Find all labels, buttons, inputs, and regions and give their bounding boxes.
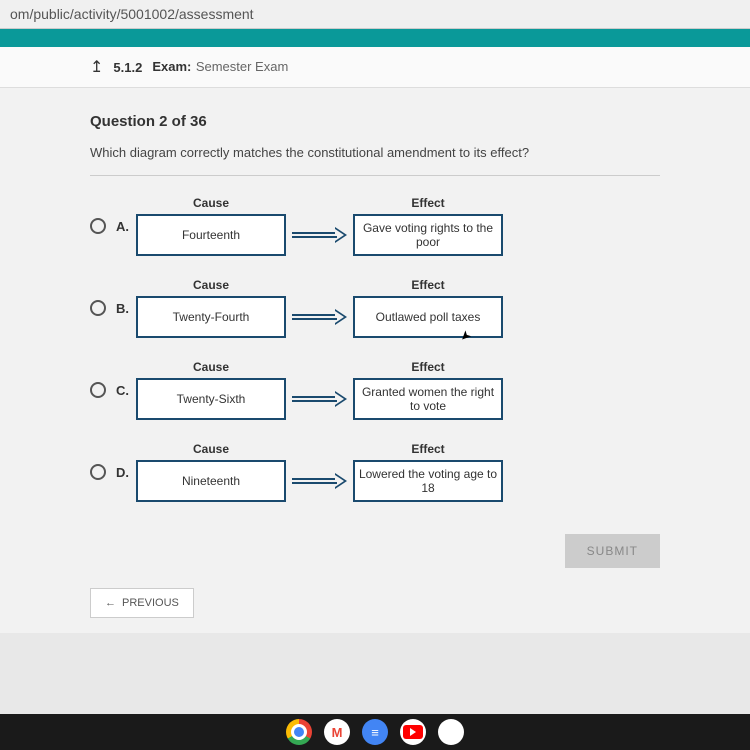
exam-header: ↥ 5.1.2 Exam: Semester Exam bbox=[0, 47, 750, 88]
play-store-icon[interactable]: ▷ bbox=[438, 719, 464, 745]
previous-button[interactable]: ← PREVIOUS bbox=[90, 588, 194, 618]
arrow-icon bbox=[292, 296, 347, 338]
cause-box: Nineteenth bbox=[136, 460, 286, 502]
question-counter: Question 2 of 36 bbox=[90, 113, 660, 130]
arrow-icon bbox=[292, 378, 347, 420]
effect-label: Effect bbox=[411, 360, 444, 374]
docs-icon[interactable]: ≡ bbox=[362, 719, 388, 745]
question-prompt: Which diagram correctly matches the cons… bbox=[90, 145, 660, 160]
arrow-icon bbox=[292, 460, 347, 502]
exam-name: Semester Exam bbox=[196, 59, 288, 74]
exam-label: Exam: bbox=[152, 59, 191, 74]
effect-box: Granted women the right to vote bbox=[353, 378, 503, 420]
url-bar[interactable]: om/public/activity/5001002/assessment bbox=[0, 0, 750, 29]
radio-d[interactable] bbox=[90, 464, 106, 480]
option-c[interactable]: C. Cause Twenty-Sixth Effect Granted wom… bbox=[90, 360, 660, 420]
effect-label: Effect bbox=[411, 278, 444, 292]
cause-label: Cause bbox=[193, 442, 229, 456]
youtube-icon[interactable] bbox=[400, 719, 426, 745]
accent-bar bbox=[0, 29, 750, 47]
option-b[interactable]: B. Cause Twenty-Fourth Effect Outlawed p… bbox=[90, 278, 660, 338]
radio-a[interactable] bbox=[90, 218, 106, 234]
cause-label: Cause bbox=[193, 278, 229, 292]
cause-box: Twenty-Sixth bbox=[136, 378, 286, 420]
divider bbox=[90, 175, 660, 176]
cause-box: Fourteenth bbox=[136, 214, 286, 256]
option-a[interactable]: A. Cause Fourteenth Effect Gave voting r… bbox=[90, 196, 660, 256]
exam-number: 5.1.2 bbox=[113, 60, 142, 75]
option-letter: B. bbox=[116, 301, 136, 316]
effect-box: Lowered the voting age to 18 bbox=[353, 460, 503, 502]
effect-box: Outlawed poll taxes bbox=[353, 296, 503, 338]
option-letter: C. bbox=[116, 383, 136, 398]
previous-label: PREVIOUS bbox=[122, 597, 179, 609]
arrow-icon bbox=[292, 214, 347, 256]
submit-button[interactable]: SUBMIT bbox=[565, 534, 660, 568]
cause-label: Cause bbox=[193, 196, 229, 210]
radio-c[interactable] bbox=[90, 382, 106, 398]
back-icon[interactable]: ↥ bbox=[90, 57, 103, 77]
effect-label: Effect bbox=[411, 196, 444, 210]
cause-label: Cause bbox=[193, 360, 229, 374]
chrome-icon[interactable] bbox=[286, 719, 312, 745]
cause-box: Twenty-Fourth bbox=[136, 296, 286, 338]
option-d[interactable]: D. Cause Nineteenth Effect Lowered the v… bbox=[90, 442, 660, 502]
radio-b[interactable] bbox=[90, 300, 106, 316]
effect-box: Gave voting rights to the poor bbox=[353, 214, 503, 256]
option-letter: A. bbox=[116, 219, 136, 234]
question-panel: Question 2 of 36 Which diagram correctly… bbox=[0, 88, 750, 633]
effect-label: Effect bbox=[411, 442, 444, 456]
arrow-left-icon: ← bbox=[105, 597, 116, 609]
option-letter: D. bbox=[116, 465, 136, 480]
gmail-icon[interactable]: M bbox=[324, 719, 350, 745]
taskbar: M ≡ ▷ bbox=[0, 714, 750, 750]
